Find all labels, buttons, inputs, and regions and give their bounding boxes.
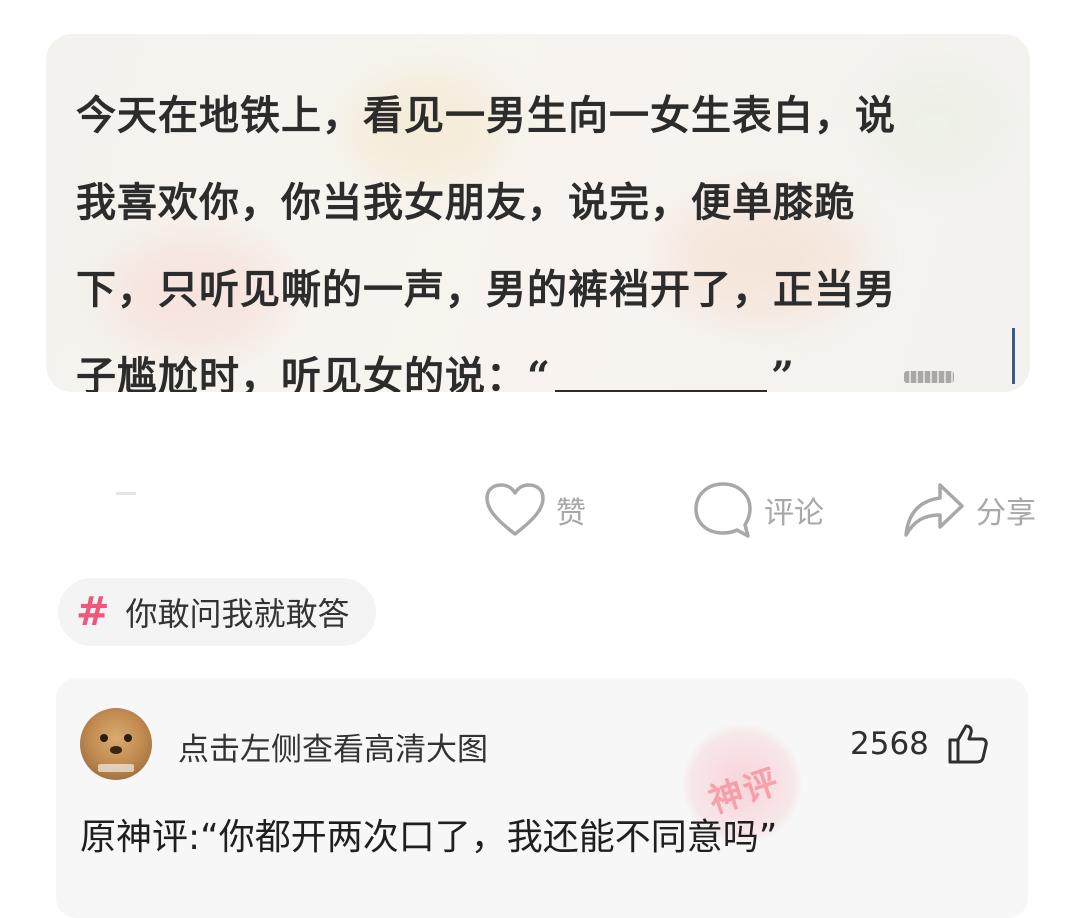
- comment-bubble-icon: [694, 482, 752, 538]
- post-text-line: 我喜欢你，你当我女朋友，说完，便单膝跪: [76, 179, 855, 226]
- top-comment-card[interactable]: 点击左侧查看高清大图 神评 2568 原神评:“你都开两次口了，我还能不同意吗”: [56, 678, 1028, 918]
- comment-label: 评论: [764, 496, 824, 531]
- post-text-line: 今天在地铁上，看见一男生向一女生表白，说: [76, 92, 896, 139]
- comment-button[interactable]: 评论: [692, 480, 824, 540]
- hashtag-icon: #: [76, 589, 110, 635]
- text-cursor: [1012, 328, 1015, 384]
- avatar-nose: [110, 746, 122, 754]
- avatar-eye: [124, 734, 132, 742]
- post-text-line: 下，只听见嘶的一声，男的裤裆开了，正当男: [76, 266, 896, 313]
- share-button[interactable]: 分享: [902, 480, 1036, 540]
- comment-like-count: 2568: [850, 726, 929, 762]
- post-image[interactable]: 今天在地铁上，看见一男生向一女生表白，说 我喜欢你，你当我女朋友，说完，便单膝跪…: [46, 34, 1030, 392]
- topic-label: 你敢问我就敢答: [125, 595, 350, 633]
- avatar-caption: [98, 764, 134, 772]
- comment-text: 原神评:“你都开两次口了，我还能不同意吗”: [80, 817, 778, 858]
- image-watermark: [904, 371, 954, 383]
- post-text-line: 子尴尬时，听见女的说：“ ”: [76, 333, 1026, 392]
- topic-tag[interactable]: # 你敢问我就敢答: [58, 578, 376, 646]
- avatar-eye: [100, 734, 108, 742]
- divider: [116, 492, 136, 495]
- heart-icon: [485, 483, 545, 536]
- like-button[interactable]: 赞: [484, 480, 586, 540]
- thumbs-up-icon[interactable]: [946, 722, 990, 766]
- post-image-text: 今天在地铁上，看见一男生向一女生表白，说 我喜欢你，你当我女朋友，说完，便单膝跪…: [76, 72, 1026, 392]
- post-text-line-suffix: ”: [771, 353, 796, 392]
- post-text-line-prefix: 子尴尬时，听见女的说：“: [76, 353, 552, 392]
- share-arrow-icon: [904, 483, 964, 537]
- like-label: 赞: [556, 496, 586, 531]
- share-label: 分享: [976, 496, 1036, 531]
- commenter-name[interactable]: 点击左侧查看高清大图: [178, 724, 488, 769]
- fill-in-blank: [555, 390, 768, 392]
- avatar[interactable]: [80, 708, 152, 780]
